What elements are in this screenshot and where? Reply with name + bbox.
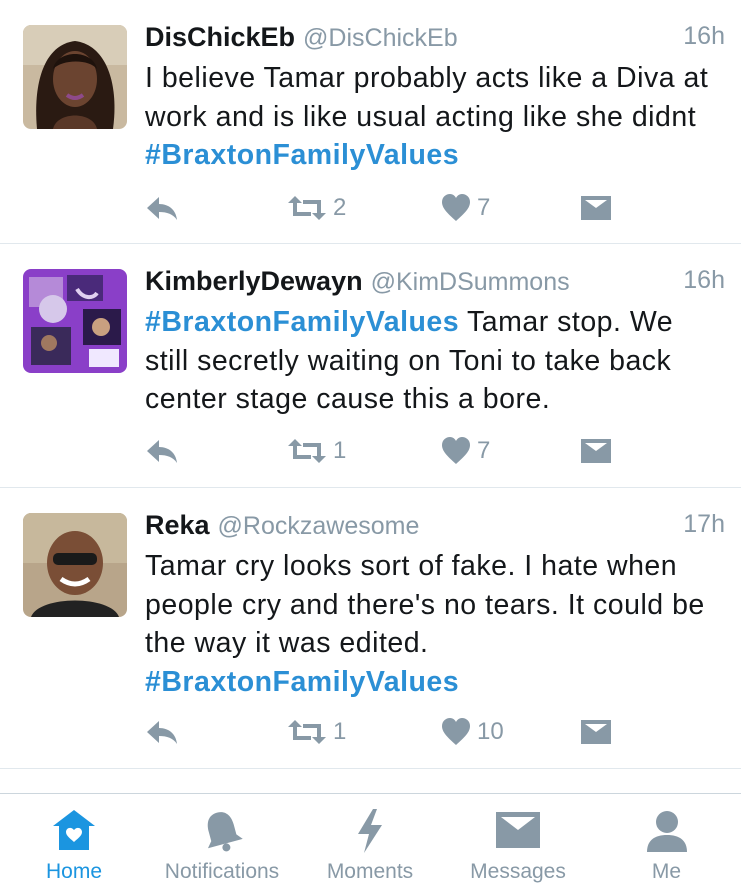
display-name[interactable]: DisChickEb: [145, 22, 295, 52]
timestamp: 16h: [683, 22, 725, 50]
user-handle[interactable]: @KimDSummons: [371, 268, 570, 296]
tweet-header: Reka @Rockzawesome 17h: [145, 510, 725, 546]
retweet-icon: [288, 439, 326, 463]
tweet-actions: 2 7: [145, 188, 721, 228]
tweet-card[interactable]: Reka @Rockzawesome 17h Tamar cry looks so…: [0, 488, 741, 769]
tweet-text: #BraxtonFamilyValues Tamar stop. We stil…: [145, 303, 719, 419]
tab-label: Moments: [326, 860, 414, 883]
person-icon: [646, 811, 687, 852]
envelope-icon: [581, 196, 611, 220]
retweet-button[interactable]: 1: [287, 712, 346, 752]
like-button[interactable]: 7: [441, 431, 490, 471]
envelope-icon: [581, 720, 611, 744]
bell-icon: [207, 812, 243, 852]
timeline-feed: DisChickEb @DisChickEb 16h I believe Tama…: [0, 0, 741, 769]
retweet-count: 1: [333, 718, 347, 745]
envelope-icon: [581, 439, 611, 463]
like-count: 7: [477, 437, 491, 464]
envelope-icon: [496, 812, 540, 848]
display-name[interactable]: KimberlyDewayn: [145, 266, 363, 296]
tweet-card[interactable]: KimberlyDewayn @KimDSummons 16h #BraxtonF…: [0, 244, 741, 488]
retweet-icon: [288, 720, 326, 744]
tweet-text: I believe Tamar probably acts like a Div…: [145, 59, 719, 175]
retweet-count: 1: [333, 437, 347, 464]
heart-icon: [442, 194, 470, 221]
dm-button[interactable]: [581, 712, 611, 752]
reply-icon: [147, 197, 177, 220]
avatar[interactable]: [23, 513, 127, 617]
timestamp: 16h: [683, 266, 725, 294]
tweet-header: KimberlyDewayn @KimDSummons 16h: [145, 266, 725, 302]
retweet-count: 2: [333, 194, 347, 221]
retweet-button[interactable]: 1: [287, 431, 346, 471]
reply-button[interactable]: [145, 712, 179, 752]
tweet-text-body: Tamar cry looks sort of fake. I hate whe…: [145, 550, 705, 659]
user-handle[interactable]: @Rockzawesome: [218, 512, 420, 540]
tweet-text: Tamar cry looks sort of fake. I hate whe…: [145, 547, 719, 701]
tab-label: Me: [651, 860, 682, 883]
tab-label: Messages: [470, 860, 566, 883]
reply-icon: [147, 721, 177, 744]
tab-notifications[interactable]: Notifications: [148, 794, 296, 893]
dm-button[interactable]: [581, 431, 611, 471]
like-button[interactable]: 10: [441, 712, 504, 752]
timestamp: 17h: [683, 510, 725, 538]
tweet-header: DisChickEb @DisChickEb 16h: [145, 22, 725, 58]
hashtag-link[interactable]: #BraxtonFamilyValues: [145, 306, 459, 338]
reply-button[interactable]: [145, 188, 179, 228]
bottom-tab-bar: Home Notifications Moments Messages Me: [0, 793, 741, 893]
like-count: 10: [477, 718, 504, 745]
retweet-icon: [288, 196, 326, 220]
heart-icon: [442, 718, 470, 745]
tab-moments[interactable]: Moments: [296, 794, 444, 893]
lightning-icon: [358, 809, 382, 853]
tweet-actions: 1 7: [145, 431, 721, 471]
reply-icon: [147, 440, 177, 463]
avatar[interactable]: [23, 25, 127, 129]
tab-label: Notifications: [164, 860, 280, 883]
retweet-button[interactable]: 2: [287, 188, 346, 228]
avatar[interactable]: [23, 269, 127, 373]
heart-icon: [442, 437, 470, 464]
tab-me[interactable]: Me: [592, 794, 741, 893]
tab-home[interactable]: Home: [0, 794, 148, 893]
tab-messages[interactable]: Messages: [444, 794, 592, 893]
user-handle[interactable]: @DisChickEb: [303, 24, 458, 52]
dm-button[interactable]: [581, 188, 611, 228]
display-name[interactable]: Reka: [145, 510, 210, 540]
reply-button[interactable]: [145, 431, 179, 471]
home-icon: [53, 810, 95, 850]
hashtag-link[interactable]: #BraxtonFamilyValues: [145, 139, 459, 171]
like-button[interactable]: 7: [441, 188, 490, 228]
tweet-actions: 1 10: [145, 712, 721, 752]
hashtag-link[interactable]: #BraxtonFamilyValues: [145, 666, 459, 698]
tweet-card[interactable]: DisChickEb @DisChickEb 16h I believe Tama…: [0, 0, 741, 244]
tab-label: Home: [45, 860, 103, 883]
tweet-text-body: I believe Tamar probably acts like a Div…: [145, 62, 709, 133]
like-count: 7: [477, 194, 491, 221]
